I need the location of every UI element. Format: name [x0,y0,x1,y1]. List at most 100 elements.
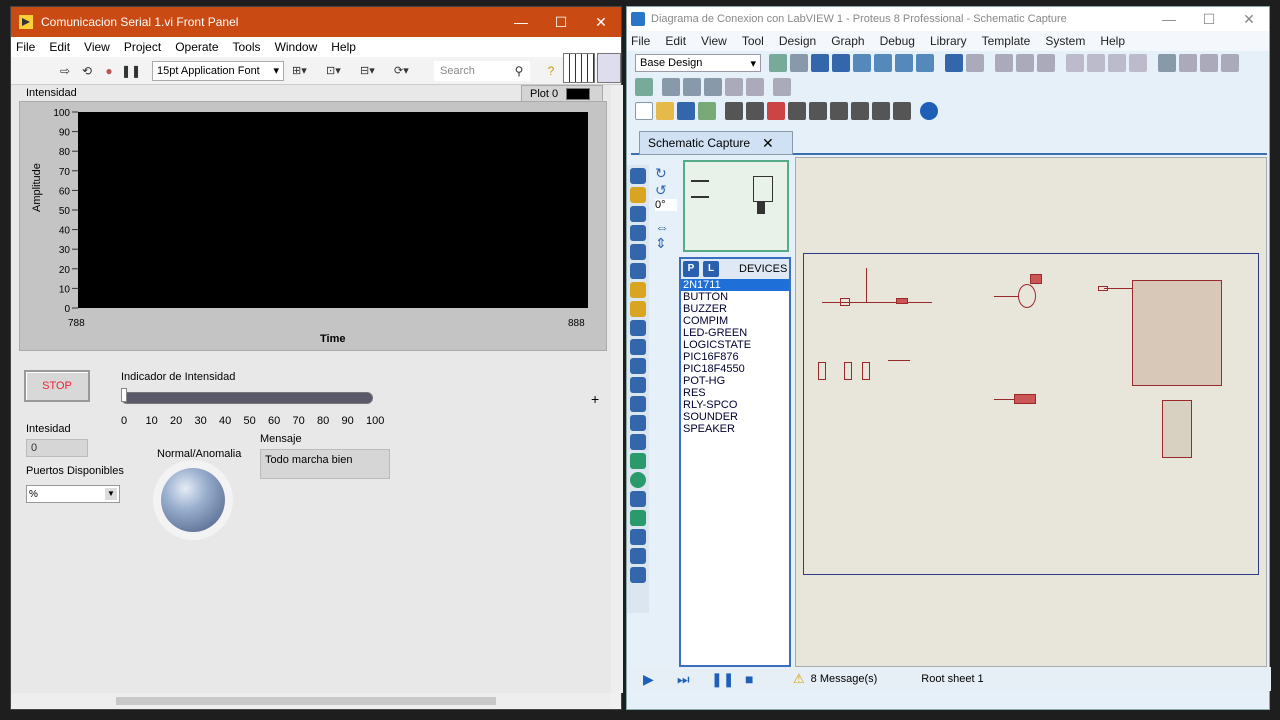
exit-parent-icon[interactable] [746,78,764,96]
device-item[interactable]: LED-GREEN [681,327,789,339]
save-icon[interactable] [677,102,695,120]
block-delete-icon[interactable] [1129,54,1147,72]
block-copy-icon[interactable] [1066,54,1084,72]
intensity-slider[interactable] [121,392,373,404]
pcb-icon[interactable] [767,102,785,120]
close-tab-icon[interactable]: ✕ [762,135,774,152]
font-select[interactable]: 15pt Application Font ▾ [152,60,284,81]
packaging-icon[interactable] [1200,54,1218,72]
library-manager-button[interactable]: L [703,261,719,277]
line-icon[interactable] [630,434,646,450]
reorder-icon[interactable]: ⟳▾ [394,62,424,80]
menu-file[interactable]: File [631,34,650,48]
terminals-icon[interactable] [630,301,646,317]
generator-icon[interactable] [630,377,646,393]
make-device-icon[interactable] [1179,54,1197,72]
overview-window[interactable] [683,160,789,252]
vertical-scrollbar[interactable] [611,85,623,693]
symbol-icon[interactable] [630,548,646,564]
menu-library[interactable]: Library [930,34,967,48]
stop-icon[interactable]: ■ [745,671,763,687]
rotate-cw-icon[interactable]: ↻ [655,165,677,182]
help-icon[interactable]: ? [542,62,560,80]
menu-system[interactable]: System [1045,34,1085,48]
minimize-button[interactable]: — [501,14,541,30]
device-item[interactable]: BUZZER [681,303,789,315]
device-item[interactable]: PIC18F4550 [681,363,789,375]
design-select[interactable]: Base Design ▾ [635,54,761,72]
menu-debug[interactable]: Debug [880,34,915,48]
arc-icon[interactable] [630,491,646,507]
connector-pane-icon[interactable] [563,53,595,83]
origin-icon[interactable] [811,54,829,72]
gerber-icon[interactable] [809,102,827,120]
device-item[interactable]: SPEAKER [681,423,789,435]
source-code-icon[interactable] [872,102,890,120]
menu-graph[interactable]: Graph [831,34,864,48]
menu-view[interactable]: View [84,40,110,54]
redo-icon[interactable] [966,54,984,72]
puertos-select[interactable]: % ▼ [26,485,120,503]
search-icon[interactable]: ⚲ [510,62,528,80]
device-item[interactable]: RLY-SPCO [681,399,789,411]
bom-icon[interactable] [773,78,791,96]
menu-help[interactable]: Help [331,40,356,54]
rotate-ccw-icon[interactable]: ↺ [655,182,677,199]
copy-icon[interactable] [1016,54,1034,72]
import-icon[interactable] [698,102,716,120]
device-item[interactable]: RES [681,387,789,399]
mirror-vertical-icon[interactable]: ⇕ [655,235,677,252]
menu-tool[interactable]: Tool [742,34,764,48]
marker-icon[interactable] [630,567,646,583]
refresh-icon[interactable] [769,54,787,72]
menu-operate[interactable]: Operate [175,40,218,54]
menu-help[interactable]: Help [1100,34,1125,48]
device-item[interactable]: BUTTON [681,291,789,303]
vi-icon[interactable] [597,53,621,83]
block-move-icon[interactable] [1087,54,1105,72]
menu-file[interactable]: File [16,40,35,54]
rotation-angle[interactable]: 0° [655,199,677,211]
tab-schematic-capture[interactable]: Schematic Capture ✕ [639,131,793,155]
menu-tools[interactable]: Tools [233,40,261,54]
box-icon[interactable] [630,453,646,469]
distribute-icon[interactable]: ⊡▾ [326,62,356,80]
graph-icon[interactable] [630,339,646,355]
maximize-button[interactable]: ☐ [541,14,581,31]
tape-recorder-icon[interactable] [630,358,646,374]
circle-icon[interactable] [630,472,646,488]
grid-icon[interactable] [790,54,808,72]
buses-icon[interactable] [630,263,646,279]
home-icon[interactable] [725,102,743,120]
3d-icon[interactable] [788,102,806,120]
close-button[interactable]: ✕ [581,14,621,31]
menu-project[interactable]: Project [124,40,161,54]
device-pins-icon[interactable] [630,320,646,336]
resize-icon[interactable]: ⊟▾ [360,62,390,80]
virtual-instruments-icon[interactable] [630,415,646,431]
messages[interactable]: ⚠ 8 Message(s) [793,671,877,687]
schematic-canvas[interactable] [795,157,1267,667]
pause-icon[interactable]: ❚❚ [711,671,734,688]
text-icon[interactable] [630,529,646,545]
close-button[interactable]: ✕ [1229,11,1269,28]
notes-icon[interactable] [893,102,911,120]
wire-autorouter-icon[interactable] [635,78,653,96]
bill-of-materials-icon[interactable] [851,102,869,120]
wire-label-icon[interactable] [630,225,646,241]
subcircuit-icon[interactable] [630,282,646,298]
pause-icon[interactable]: ❚❚ [121,62,141,80]
device-item[interactable]: POT-HG [681,375,789,387]
remove-sheet-icon[interactable] [725,78,743,96]
zoom-all-icon[interactable] [895,54,913,72]
new-sheet-icon[interactable] [704,78,722,96]
schematic-icon[interactable] [746,102,764,120]
decompose-icon[interactable] [1221,54,1239,72]
mirror-horizontal-icon[interactable]: ⇔ [655,219,677,235]
pick-device-icon[interactable] [1158,54,1176,72]
menu-design[interactable]: Design [779,34,816,48]
maximize-button[interactable]: ☐ [1189,11,1229,28]
device-item[interactable]: LOGICSTATE [681,339,789,351]
help-icon[interactable] [920,102,938,120]
paste-icon[interactable] [1037,54,1055,72]
